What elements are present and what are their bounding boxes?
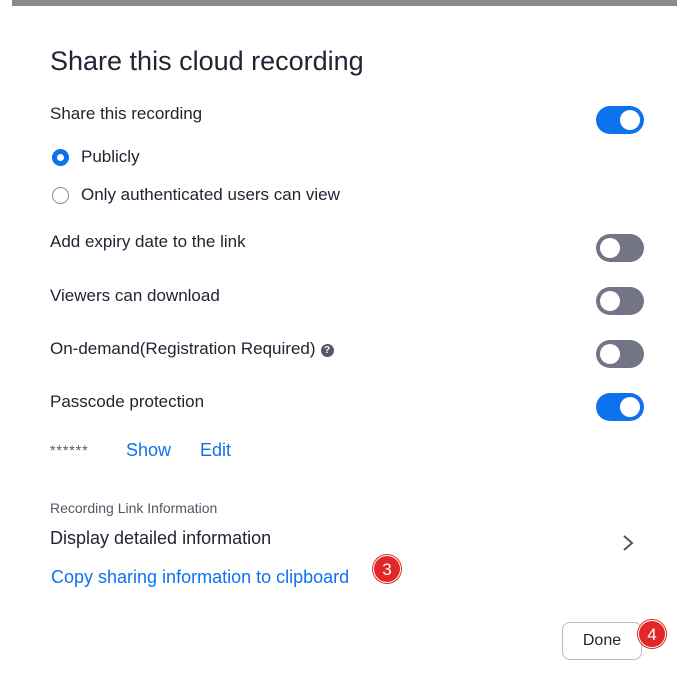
toggle-knob [600,344,620,364]
radio-button-authenticated[interactable] [52,186,69,204]
passcode-protection-toggle[interactable] [596,393,644,421]
display-detailed-info[interactable]: Display detailed information [50,528,271,549]
share-recording-toggle[interactable] [596,106,644,134]
radio-button-publicly[interactable] [52,148,69,166]
on-demand-label: On-demand(Registration Required)? [50,339,334,359]
toggle-knob [620,110,640,130]
radio-option-publicly[interactable]: Publicly [52,147,140,167]
share-recording-dialog: Share this cloud recording Share this re… [12,6,677,689]
passcode-masked: ****** [50,442,89,458]
on-demand-label-text: On-demand(Registration Required) [50,339,316,358]
step-badge-3: 3 [373,555,401,583]
show-passcode-link[interactable]: Show [126,440,171,461]
viewers-download-label: Viewers can download [50,286,220,305]
expiry-date-toggle[interactable] [596,234,644,262]
passcode-protection-label: Passcode protection [50,392,205,411]
radio-label-publicly: Publicly [81,147,140,166]
share-recording-label: Share this recording [50,104,203,123]
radio-label-authenticated: Only authenticated users can view [81,185,340,204]
on-demand-toggle[interactable] [596,340,644,368]
expiry-date-label: Add expiry date to the link [50,232,246,251]
chevron-right-icon[interactable] [622,534,634,552]
radio-option-authenticated[interactable]: Only authenticated users can view [52,185,340,205]
viewers-download-toggle[interactable] [596,287,644,315]
toggle-knob [620,397,640,417]
help-icon[interactable]: ? [320,344,334,357]
dialog-title: Share this cloud recording [50,46,364,76]
background-panel [0,0,12,689]
edit-passcode-link[interactable]: Edit [200,440,231,461]
toggle-knob [600,291,620,311]
step-badge-4: 4 [638,620,666,648]
toggle-knob [600,238,620,258]
done-button[interactable]: Done [562,622,642,660]
recording-link-section-label: Recording Link Information [50,500,218,516]
copy-sharing-info-link[interactable]: Copy sharing information to clipboard [51,567,349,588]
